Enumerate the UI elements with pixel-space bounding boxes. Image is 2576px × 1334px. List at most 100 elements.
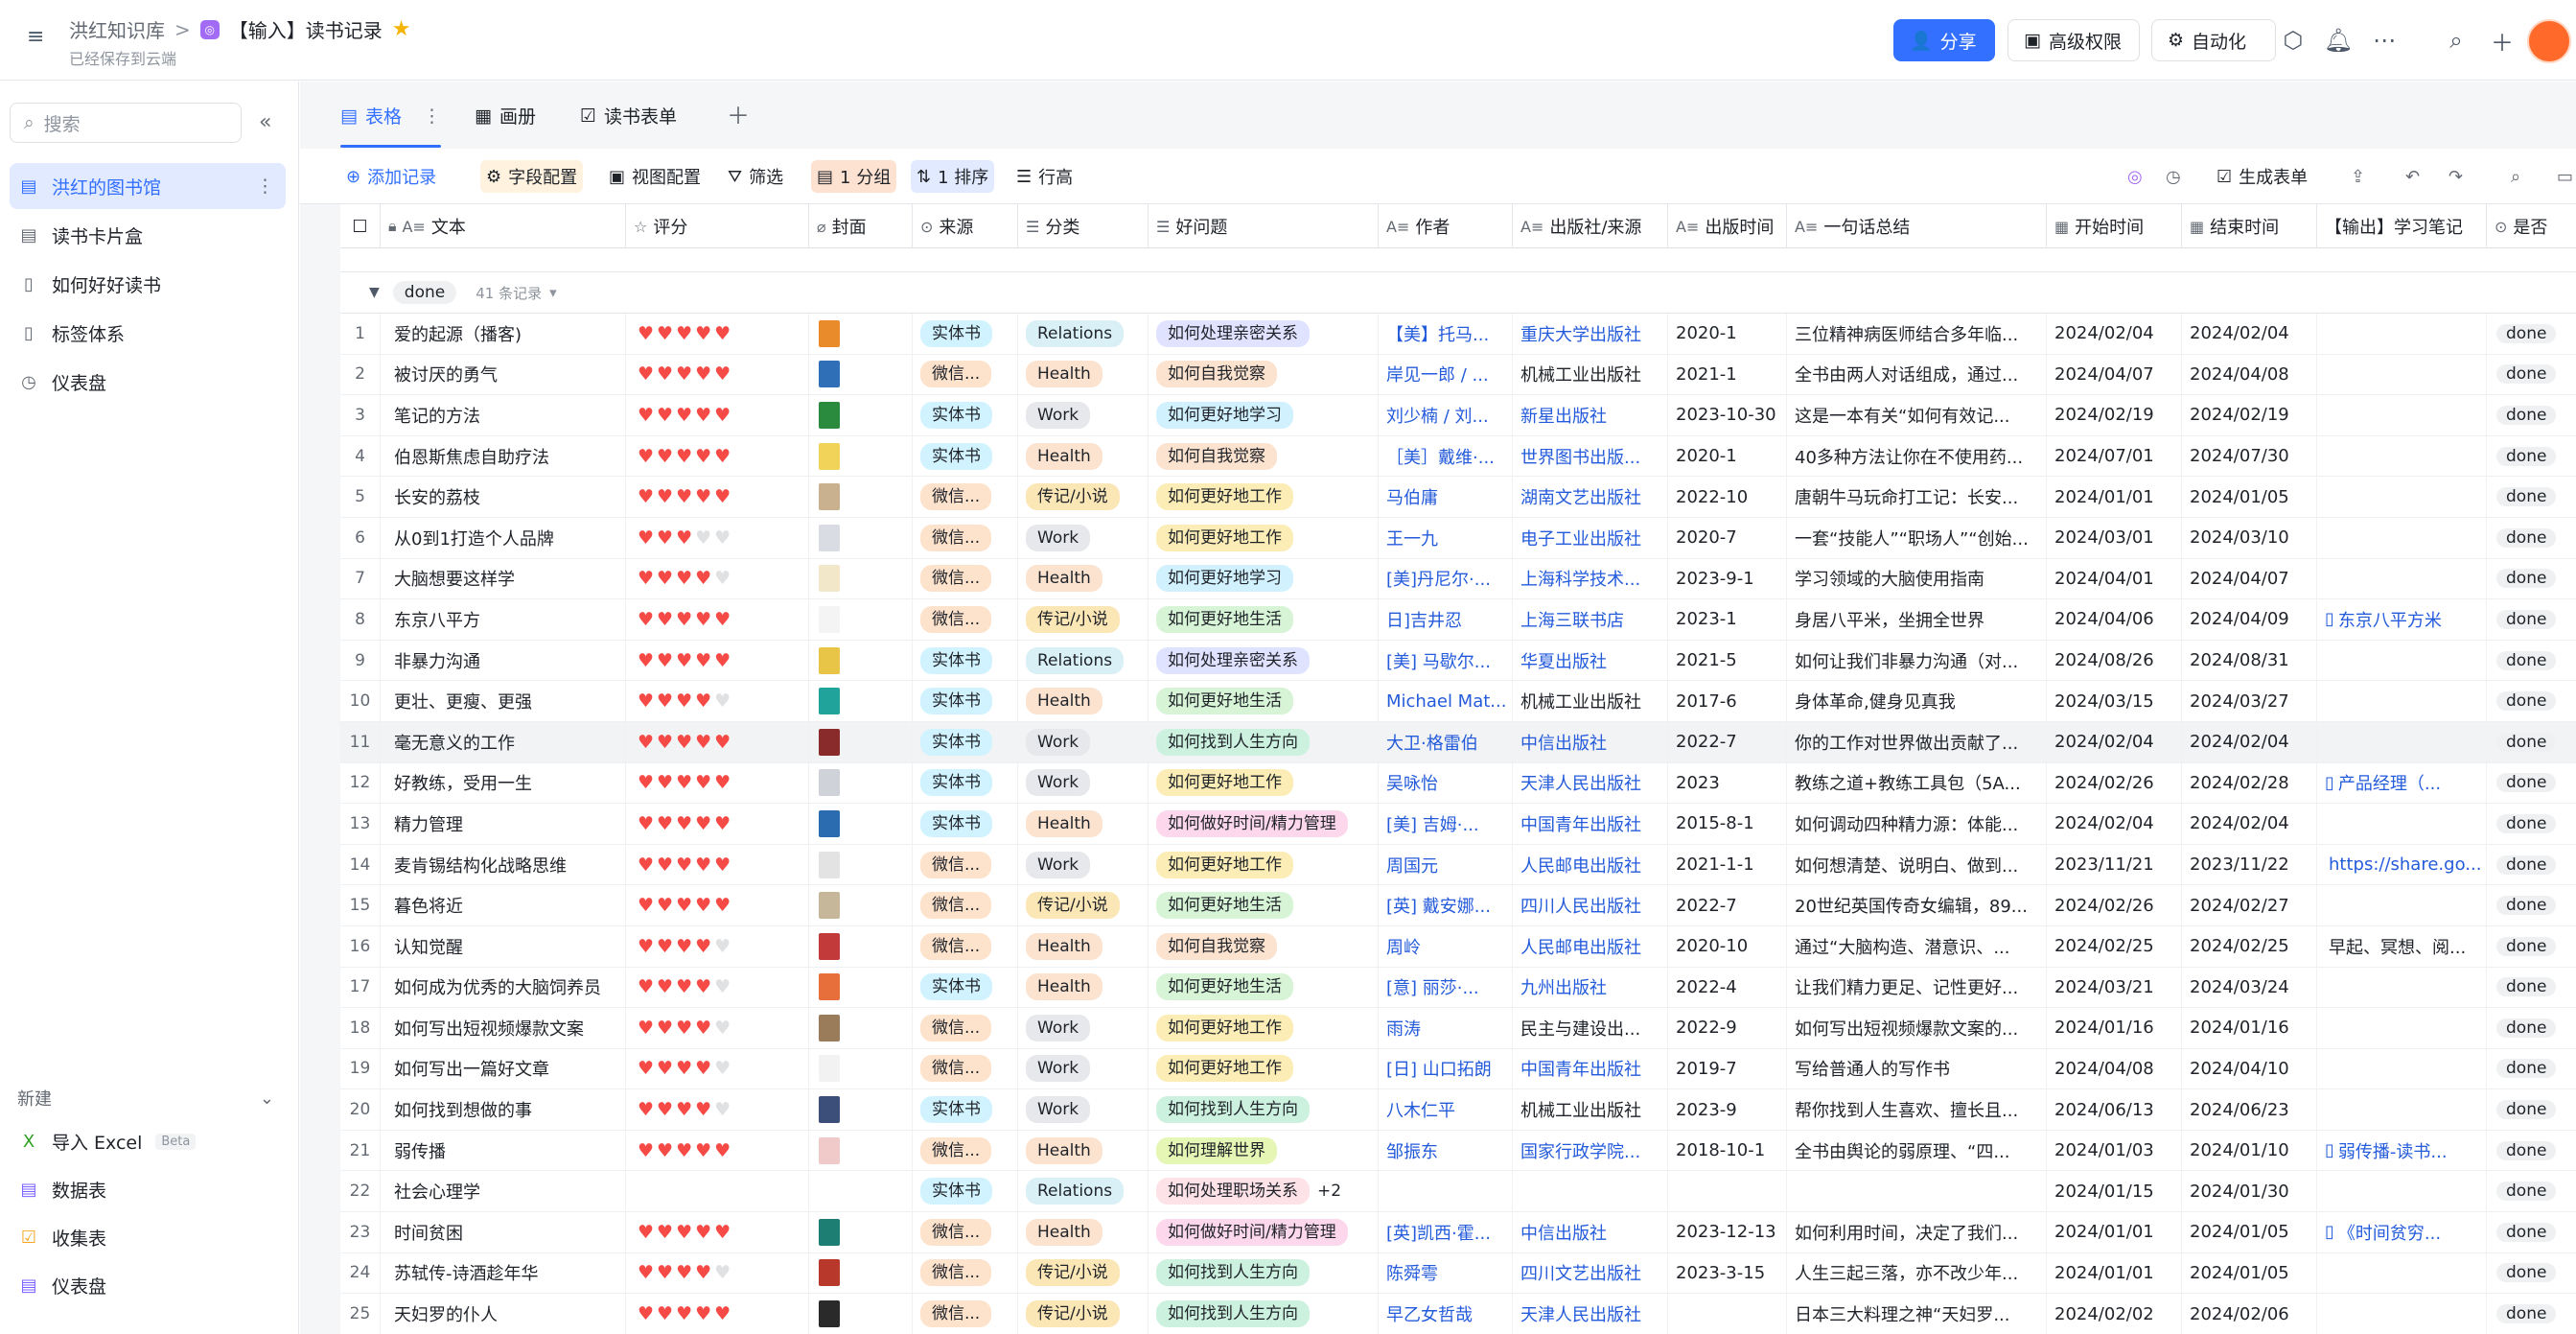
cell-rating[interactable]: ♥♥♥♥♥	[626, 1089, 809, 1130]
cell-status[interactable]: done	[2487, 1131, 2576, 1171]
cell-publisher[interactable]: 重庆大学出版社	[1513, 314, 1668, 354]
cell-summary[interactable]: 全书由舆论的弱原理、“四...	[1787, 1130, 2047, 1171]
cell-cover[interactable]	[809, 477, 913, 517]
cell-end-date[interactable]: 2023/11/22	[2182, 844, 2317, 885]
cell-category[interactable]: 传记/小说	[1018, 1252, 1149, 1294]
cell-summary[interactable]: 如何让我们非暴力沟通（对...	[1787, 640, 2047, 681]
cell-category[interactable]: Health	[1018, 967, 1149, 1008]
cell-publisher[interactable]: 湖南文艺出版社	[1513, 477, 1668, 517]
cell-cover[interactable]	[809, 762, 913, 804]
cell-cover[interactable]	[809, 517, 913, 558]
cell-summary[interactable]: 这是一本有关“如何有效记...	[1787, 395, 2047, 435]
row-height-button[interactable]: ☰ 行高	[1010, 160, 1079, 193]
cell-notes[interactable]: ▯ 《时间贫穷...	[2317, 1212, 2487, 1252]
cell-status[interactable]: done	[2487, 1294, 2576, 1334]
cell-category[interactable]: Relations	[1018, 640, 1149, 681]
cell-title[interactable]: 长安的荔枝	[381, 477, 626, 517]
cell-pub-date[interactable]: 2017-6	[1668, 681, 1787, 721]
cell-title[interactable]: 笔记的方法	[381, 395, 626, 435]
cell-end-date[interactable]: 2024/04/07	[2182, 558, 2317, 599]
cell-status[interactable]: done	[2487, 1089, 2576, 1130]
sidebar-item-how-to-read[interactable]: ▯ 如何好好读书	[10, 261, 286, 307]
cell-publisher[interactable]: 世界图书出版...	[1513, 435, 1668, 477]
cell-notes[interactable]	[2317, 558, 2487, 599]
cell-publisher[interactable]: 天津人民出版社	[1513, 762, 1668, 804]
cell-rating[interactable]: ♥♥♥♥♥	[626, 762, 809, 804]
cell-end-date[interactable]: 2024/01/16	[2182, 1008, 2317, 1048]
cell-author[interactable]: [意] 丽莎·...	[1379, 967, 1513, 1008]
cell-category[interactable]: Health	[1018, 435, 1149, 477]
sidebar-item-dashboard[interactable]: ◷ 仪表盘	[10, 359, 286, 405]
cell-publisher[interactable]: 人民邮电出版社	[1513, 925, 1668, 967]
cell-title[interactable]: 麦肯锡结构化战略思维	[381, 844, 626, 885]
cell-end-date[interactable]: 2024/04/09	[2182, 599, 2317, 640]
group-header[interactable]: ▼ done 41 条记录 ▾	[340, 271, 2576, 314]
cell-source[interactable]: 微信...	[913, 1294, 1018, 1334]
cell-start-date[interactable]: 2024/03/15	[2047, 681, 2182, 721]
cell-pub-date[interactable]: 2022-7	[1668, 885, 1787, 925]
table-row[interactable]: 5 长安的荔枝 ♥♥♥♥♥ 微信... 传记/小说 如何更好地工作 马伯庸 湖南…	[340, 477, 2576, 518]
cell-author[interactable]: 邹振东	[1379, 1130, 1513, 1171]
cell-publisher[interactable]: 机械工业出版社	[1513, 681, 1668, 721]
rating-hearts[interactable]: ♥♥♥♥♥	[638, 323, 733, 344]
cell-pub-date[interactable]: 2023-10-30	[1668, 395, 1787, 435]
cell-status[interactable]: done	[2487, 1049, 2576, 1089]
more-tags-count[interactable]: +2	[1317, 1182, 1341, 1201]
cell-good-question[interactable]: 如何更好地工作	[1149, 844, 1379, 885]
rating-hearts[interactable]: ♥♥♥♥♥	[638, 976, 733, 997]
cell-cover[interactable]	[809, 599, 913, 640]
table-row[interactable]: 16 认知觉醒 ♥♥♥♥♥ 微信... Health 如何自我觉察 周岭 人民邮…	[340, 925, 2576, 968]
cell-cover[interactable]	[809, 925, 913, 967]
advanced-permission-button[interactable]: ▣ 高级权限	[2007, 19, 2140, 61]
view-config-button[interactable]: ▣ 视图配置	[603, 160, 707, 193]
cell-summary[interactable]: 教练之道+教练工具包（5A...	[1787, 762, 2047, 804]
cell-title[interactable]: 大脑想要这样学	[381, 558, 626, 599]
table-row[interactable]: 4 伯恩斯焦虑自助疗法 ♥♥♥♥♥ 实体书 Health 如何自我觉察 ［美］戴…	[340, 435, 2576, 478]
cell-source[interactable]: 实体书	[913, 967, 1018, 1008]
cell-good-question[interactable]: 如何更好地工作	[1149, 477, 1379, 517]
cell-good-question[interactable]: 如何找到人生方向	[1149, 721, 1379, 762]
cell-notes[interactable]	[2317, 721, 2487, 762]
cell-title[interactable]: 天妇罗的仆人	[381, 1294, 626, 1334]
rating-hearts[interactable]: ♥♥♥♥♥	[638, 1303, 733, 1324]
sort-button[interactable]: ⇅ 1 排序	[911, 160, 995, 193]
cell-status[interactable]: done	[2487, 559, 2576, 599]
cell-end-date[interactable]: 2024/07/30	[2182, 435, 2317, 477]
tab-form-view[interactable]: ☑ 读书表单	[580, 103, 677, 129]
cell-end-date[interactable]: 2024/02/25	[2182, 925, 2317, 967]
cell-start-date[interactable]: 2024/02/26	[2047, 885, 2182, 925]
field-config-button[interactable]: ⚙ 字段配置	[480, 160, 584, 193]
cell-status[interactable]: done	[2487, 926, 2576, 967]
cell-end-date[interactable]: 2024/02/27	[2182, 885, 2317, 925]
cell-summary[interactable]: 写给普通人的写作书	[1787, 1048, 2047, 1089]
cell-category[interactable]: Health	[1018, 804, 1149, 844]
cell-end-date[interactable]: 2024/02/04	[2182, 721, 2317, 762]
cell-cover[interactable]	[809, 1089, 913, 1130]
cell-rating[interactable]: ♥♥♥♥♥	[626, 314, 809, 354]
cell-category[interactable]: Health	[1018, 558, 1149, 599]
cell-rating[interactable]: ♥♥♥♥♥	[626, 804, 809, 844]
table-row[interactable]: 24 苏轼传-诗酒趁年华 ♥♥♥♥♥ 微信... 传记/小说 如何找到人生方向 …	[340, 1252, 2576, 1295]
cell-status[interactable]: done	[2487, 1171, 2576, 1211]
cell-good-question[interactable]: 如何处理职场关系 +2	[1149, 1171, 1379, 1212]
table-row[interactable]: 9 非暴力沟通 ♥♥♥♥♥ 实体书 Relations 如何处理亲密关系 [美]…	[340, 640, 2576, 682]
cover-thumbnail[interactable]	[819, 524, 840, 551]
cell-cover[interactable]	[809, 1008, 913, 1048]
cell-good-question[interactable]: 如何更好地生活	[1149, 967, 1379, 1008]
rating-hearts[interactable]: ♥♥♥♥♥	[638, 486, 733, 507]
cover-thumbnail[interactable]	[819, 1014, 840, 1041]
cell-author[interactable]: [日] 山口拓朗	[1379, 1048, 1513, 1089]
new-datatable[interactable]: ▤ 数据表	[10, 1165, 286, 1213]
cell-title[interactable]: 社会心理学	[381, 1171, 626, 1212]
cell-pub-date[interactable]: 2023-9	[1668, 1089, 1787, 1130]
column-header-cover[interactable]: ⌀ 封面	[809, 204, 913, 248]
table-row[interactable]: 2 被讨厌的勇气 ♥♥♥♥♥ 微信... Health 如何自我觉察 岸见一郎 …	[340, 354, 2576, 396]
cell-start-date[interactable]: 2024/02/04	[2047, 804, 2182, 844]
cell-pub-date[interactable]	[1668, 1294, 1787, 1334]
cell-summary[interactable]: 如何利用时间，决定了我们...	[1787, 1212, 2047, 1252]
cell-source[interactable]: 微信...	[913, 1048, 1018, 1089]
cell-rating[interactable]: ♥♥♥♥♥	[626, 477, 809, 517]
cell-author[interactable]: 周岭	[1379, 925, 1513, 967]
cell-cover[interactable]	[809, 1171, 913, 1212]
cell-rating[interactable]: ♥♥♥♥♥	[626, 1212, 809, 1252]
